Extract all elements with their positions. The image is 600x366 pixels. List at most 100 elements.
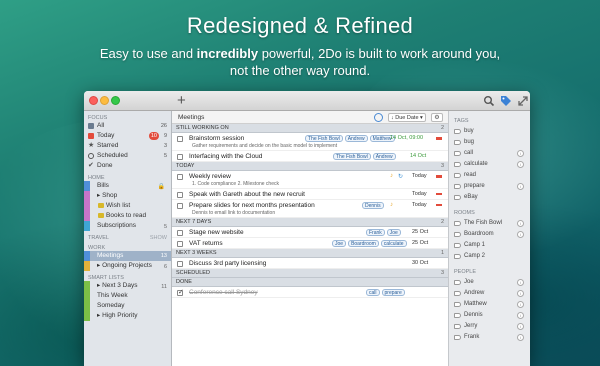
list-high-priority[interactable]: ▸ High Priority <box>84 311 171 321</box>
task-checkbox[interactable] <box>177 241 183 247</box>
info-icon[interactable]: i <box>517 279 524 286</box>
info-icon[interactable]: i <box>517 323 524 330</box>
task-row[interactable]: Brainstorm session Gather requirements a… <box>172 133 448 151</box>
task-row[interactable]: Conference call Sydney call prepare <box>172 287 448 298</box>
list-books-to-read[interactable]: Books to read <box>84 211 171 221</box>
zoom-button[interactable] <box>111 96 120 105</box>
tag-chip[interactable]: prepare <box>381 289 405 296</box>
tag-chip[interactable]: Andrew <box>344 135 368 142</box>
task-tags: Frank Joe <box>366 229 401 236</box>
task-checkbox[interactable] <box>177 230 183 236</box>
sort-dropdown[interactable]: ↓ Due Date ▾ <box>388 113 426 122</box>
sidebar-item-done[interactable]: ✔ Done <box>84 161 171 171</box>
calendar-icon <box>88 133 94 139</box>
info-icon[interactable]: i <box>517 161 524 168</box>
tag-item[interactable]: bug <box>449 137 530 148</box>
section-header[interactable]: STILL WORKING ON 2 <box>172 124 448 133</box>
info-icon[interactable]: i <box>517 220 524 227</box>
tag-item[interactable]: call i <box>449 148 530 159</box>
task-checkbox[interactable] <box>177 174 183 180</box>
tag-chip[interactable]: Boardroom <box>348 240 379 247</box>
section-header[interactable]: TODAY 3 <box>172 162 448 171</box>
show-toggle[interactable]: Show <box>150 235 167 241</box>
info-icon[interactable]: i <box>517 150 524 157</box>
section-header[interactable]: SCHEDULED 3 <box>172 269 448 278</box>
person-item[interactable]: Joe i <box>449 277 530 288</box>
list-ongoing-projects[interactable]: ▸ Ongoing Projects 6 <box>84 261 171 271</box>
section-header[interactable]: NEXT 7 DAYS 2 <box>172 218 448 227</box>
sidebar-item-all[interactable]: All 26 <box>84 121 171 131</box>
room-item[interactable]: Camp 1 <box>449 240 530 251</box>
minimize-button[interactable] <box>100 96 109 105</box>
person-item[interactable]: Frank i <box>449 332 530 343</box>
section-header[interactable]: DONE <box>172 278 448 287</box>
tag-chip[interactable]: Frank <box>366 229 385 236</box>
expand-icon[interactable] <box>517 95 529 107</box>
tag-chip[interactable]: Joe <box>386 229 401 236</box>
tag-chip[interactable]: The Fish Bowl <box>333 153 371 160</box>
tag-chip[interactable]: Dennis <box>362 202 384 209</box>
tag-item[interactable]: calculate i <box>449 159 530 170</box>
sidebar-item-today[interactable]: Today 10 9 <box>84 131 171 141</box>
info-icon[interactable]: i <box>517 334 524 341</box>
clock-filter-icon[interactable] <box>374 113 383 122</box>
room-item[interactable]: Camp 2 <box>449 251 530 262</box>
tag-icon <box>454 173 461 178</box>
info-icon[interactable]: i <box>517 312 524 319</box>
tag-item[interactable]: prepare i <box>449 181 530 192</box>
list-subscriptions[interactable]: Subscriptions 5 <box>84 221 171 231</box>
tag-item[interactable]: buy <box>449 126 530 137</box>
tag-icon[interactable] <box>500 95 512 107</box>
list-wish-list[interactable]: Wish list <box>84 201 171 211</box>
list-meetings[interactable]: Meetings 13 <box>84 251 171 261</box>
task-checkbox[interactable] <box>177 192 183 198</box>
tag-icon <box>454 280 461 285</box>
task-row[interactable]: Discuss 3rd party licensing 30 Oct <box>172 258 448 269</box>
info-icon[interactable]: i <box>517 290 524 297</box>
tag-icon <box>454 291 461 296</box>
task-row[interactable]: VAT returns Joe Boardroom calculate 25 O… <box>172 238 448 249</box>
task-row[interactable]: Interfacing with the Cloud The Fish Bowl… <box>172 151 448 162</box>
folder-icon <box>98 213 104 218</box>
list-someday[interactable]: Someday <box>84 301 171 311</box>
info-icon[interactable]: i <box>517 231 524 238</box>
list-bills[interactable]: Bills 🔒 <box>84 181 171 191</box>
room-item[interactable]: Boardroom i <box>449 229 530 240</box>
info-icon[interactable]: i <box>517 183 524 190</box>
person-item[interactable]: Matthew i <box>449 299 530 310</box>
task-checkbox[interactable] <box>177 154 183 160</box>
person-item[interactable]: Jerry i <box>449 321 530 332</box>
task-row[interactable]: Stage new website Frank Joe 25 Oct <box>172 227 448 238</box>
room-item[interactable]: The Fish Bowl i <box>449 218 530 229</box>
sidebar-section-work: WORK <box>88 245 106 251</box>
sidebar-item-scheduled[interactable]: Scheduled 5 <box>84 151 171 161</box>
tag-chip[interactable]: Andrew <box>372 153 396 160</box>
search-icon[interactable] <box>483 95 495 107</box>
hero-title: Redesigned & Refined <box>186 13 414 38</box>
person-item[interactable]: Dennis i <box>449 310 530 321</box>
task-checkbox[interactable] <box>177 203 183 209</box>
task-row[interactable]: Weekly review 1. Code compliance 2. Mile… <box>172 171 448 189</box>
tag-item[interactable]: eBay <box>449 192 530 203</box>
list-next-3-days[interactable]: ▸ Next 3 Days 11 <box>84 281 171 291</box>
hero-sub-pre: Easy to use and <box>99 46 197 61</box>
tag-chip[interactable]: Joe <box>332 240 347 247</box>
close-button[interactable] <box>89 96 98 105</box>
task-row[interactable]: Speak with Gareth about the new recruit … <box>172 189 448 200</box>
task-checkbox[interactable] <box>177 261 183 267</box>
info-icon[interactable]: i <box>517 301 524 308</box>
person-item[interactable]: Andrew i <box>449 288 530 299</box>
tag-item[interactable]: read <box>449 170 530 181</box>
section-header[interactable]: NEXT 3 WEEKS 1 <box>172 249 448 258</box>
task-checkbox[interactable] <box>177 136 183 142</box>
gear-menu-button[interactable]: ⚙ ▾ <box>431 113 443 129</box>
sidebar-item-starred[interactable]: ★ Starred 3 <box>84 141 171 151</box>
add-task-button[interactable]: + <box>177 92 186 110</box>
tag-chip[interactable]: calculate <box>380 240 407 247</box>
list-shop[interactable]: ▸ Shop <box>84 191 171 201</box>
tag-chip[interactable]: call <box>366 289 380 296</box>
tag-chip[interactable]: The Fish Bowl <box>305 135 343 142</box>
list-this-week[interactable]: This Week <box>84 291 171 301</box>
task-row[interactable]: Prepare slides for next months presentat… <box>172 200 448 218</box>
task-checkbox[interactable] <box>177 288 184 296</box>
